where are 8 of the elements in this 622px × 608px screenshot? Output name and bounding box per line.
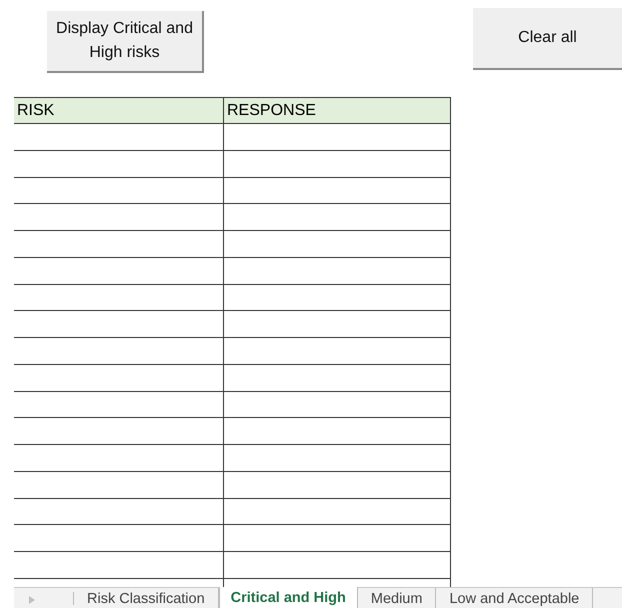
scroll-right-icon[interactable]	[29, 596, 35, 604]
sheet-tab[interactable]: Low and Acceptable	[436, 588, 594, 608]
clear-button[interactable]: Clear all	[473, 8, 622, 70]
display-button[interactable]: Display Critical and High risks	[47, 11, 204, 73]
sheet-tab[interactable]: Medium	[358, 588, 436, 608]
column-header: RESPONSE	[224, 98, 451, 123]
sheet-tab[interactable]: Critical and High	[218, 587, 358, 608]
column-header: RISK	[14, 98, 224, 123]
